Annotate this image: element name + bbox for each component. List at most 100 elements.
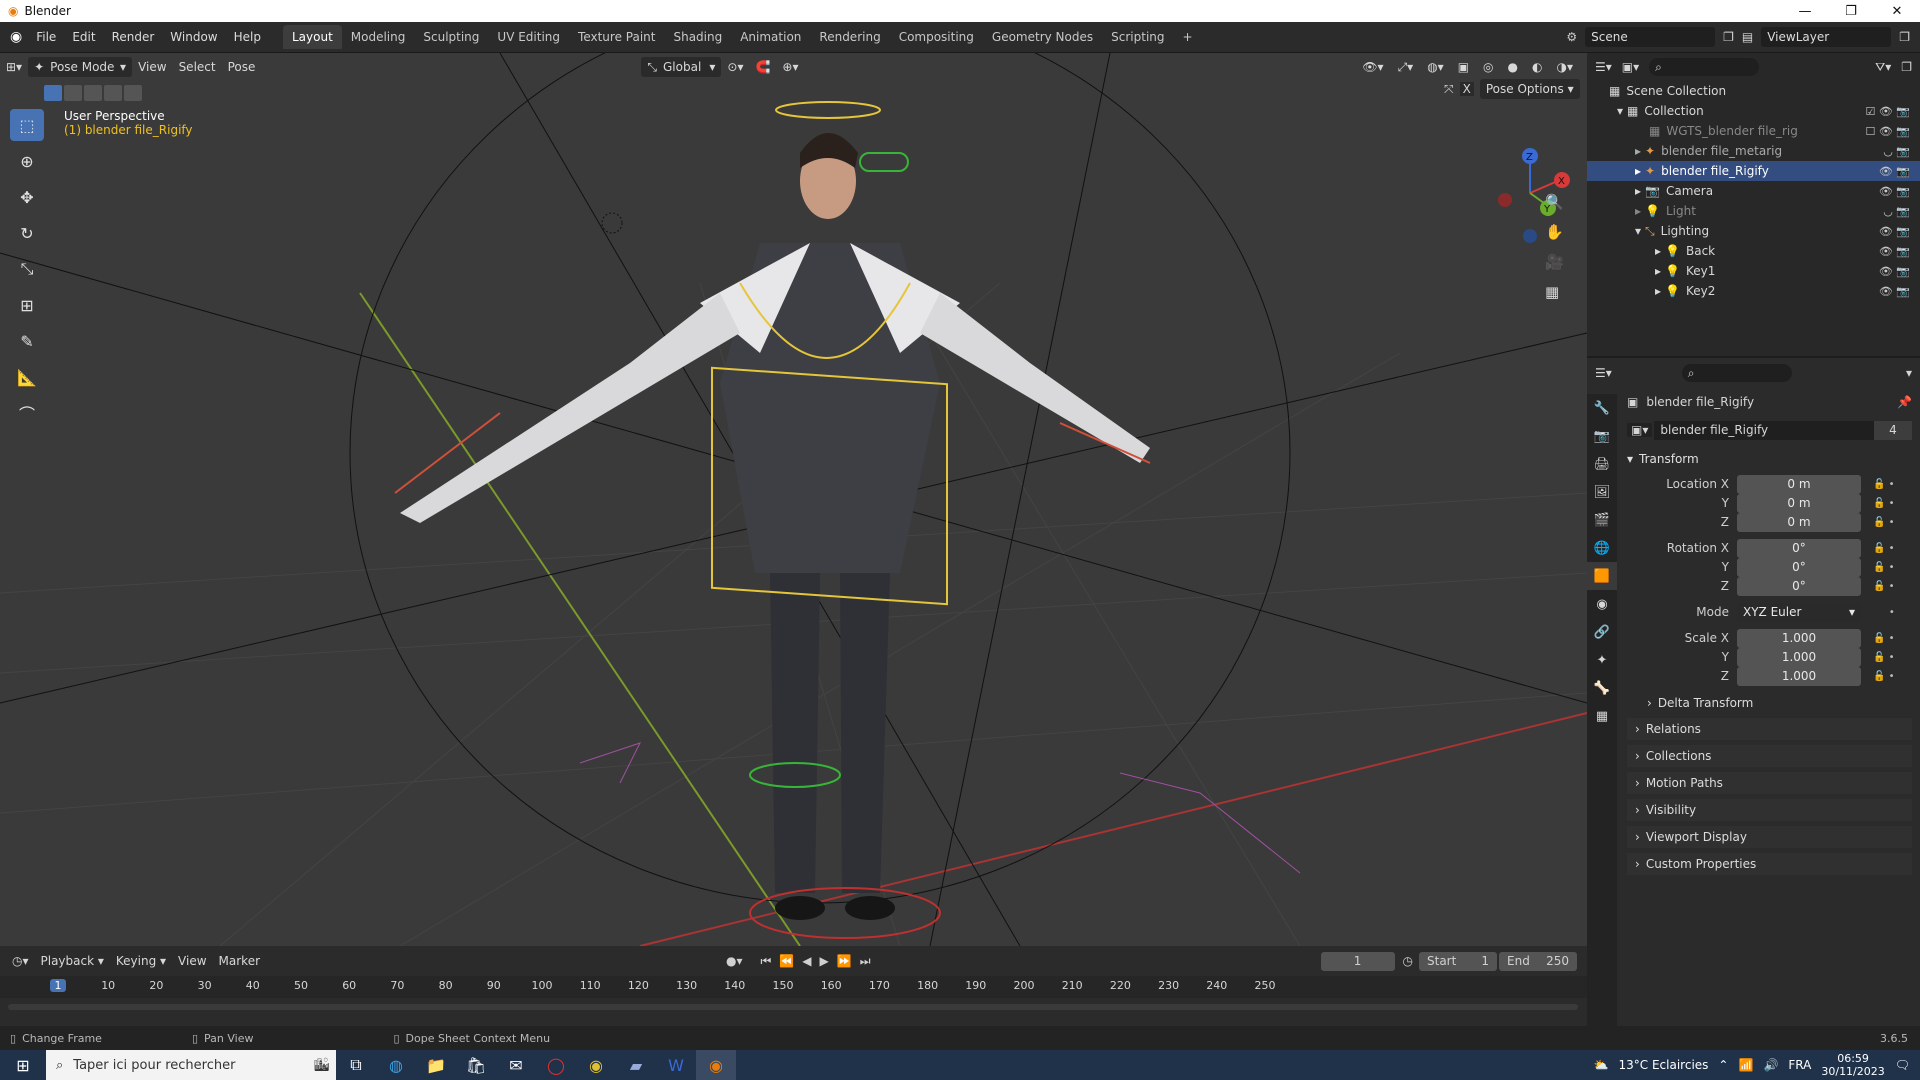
bone-tab-icon[interactable]: 🦴 xyxy=(1587,674,1617,702)
gizmo-icon[interactable]: ⤢▾ xyxy=(1392,57,1420,77)
properties-editor-icon[interactable]: ☰▾ xyxy=(1595,366,1612,380)
select-intersect-icon[interactable] xyxy=(124,85,142,101)
3d-viewport[interactable]: ⊞▾ ✦ Pose Mode ▾ View Select Pose ⤡ Globa… xyxy=(0,53,1587,946)
lock-icon[interactable]: 🔓 • xyxy=(1873,543,1895,554)
weather-icon[interactable]: ⛅ xyxy=(1594,1058,1609,1072)
collapse-icon[interactable]: ▾ xyxy=(1635,224,1641,238)
expand-icon[interactable]: ▸ xyxy=(1655,284,1661,298)
outliner-row[interactable]: ▸ ✦ blender file_Rigify 👁 📷 xyxy=(1587,161,1920,181)
outliner-row[interactable]: ▸ 💡 Light ◡ 📷 xyxy=(1587,201,1920,221)
overlay-icon[interactable]: ◍▾ xyxy=(1421,57,1450,77)
bone-tool-icon[interactable]: ⌒ xyxy=(10,397,44,429)
scale-y-field[interactable]: 1.000 xyxy=(1737,647,1861,667)
viewport-menu-view[interactable]: View xyxy=(132,57,172,77)
select-subtract-icon[interactable] xyxy=(84,85,102,101)
row-toggles[interactable]: 👁 📷 xyxy=(1879,245,1910,258)
tab-animation[interactable]: Animation xyxy=(731,25,810,49)
rotation-z-field[interactable]: 0° xyxy=(1737,576,1861,596)
tab-shading[interactable]: Shading xyxy=(664,25,731,49)
timeline-editor-icon[interactable]: ◷▾ xyxy=(6,951,35,971)
lock-icon[interactable]: 🔓 • xyxy=(1873,671,1895,682)
tray-up-icon[interactable]: ⌃ xyxy=(1718,1058,1728,1072)
object-tab-icon[interactable]: 🟧 xyxy=(1587,562,1617,590)
current-frame-field[interactable]: 1 xyxy=(1320,951,1395,971)
texture-tab-icon[interactable]: ▦ xyxy=(1587,702,1617,730)
filter-icon[interactable]: ⛛▾ xyxy=(1875,60,1891,75)
app-icon[interactable]: ▰ xyxy=(616,1050,656,1080)
tab-compositing[interactable]: Compositing xyxy=(890,25,983,49)
outliner-row[interactable]: ▾ ▦ Collection ☑ 👁 📷 xyxy=(1587,101,1920,121)
end-frame-field[interactable]: End 250 xyxy=(1499,951,1577,971)
scene-icon[interactable]: ⚙ xyxy=(1566,30,1577,44)
transform-tool-icon[interactable]: ⊞ xyxy=(10,289,44,321)
restore-icon[interactable]: ❐ xyxy=(1828,4,1874,19)
snap-icon[interactable]: 🧲 xyxy=(749,57,776,77)
tab-layout[interactable]: Layout xyxy=(282,25,342,49)
taskbar-search[interactable]: ⌕ Taper ici pour rechercher 🏙 xyxy=(46,1050,336,1080)
record-icon[interactable]: ●▾ xyxy=(726,954,743,968)
lock-icon[interactable]: 🔓 • xyxy=(1873,652,1895,663)
row-toggles[interactable]: 👁 📷 xyxy=(1879,185,1910,198)
physics-tab-icon[interactable]: ◉ xyxy=(1587,590,1617,618)
rotation-x-field[interactable]: 0° xyxy=(1737,538,1861,558)
scale-z-field[interactable]: 1.000 xyxy=(1737,666,1861,686)
task-view-icon[interactable]: ⧉ xyxy=(336,1050,376,1080)
rotation-y-field[interactable]: 0° xyxy=(1737,557,1861,577)
outliner-row[interactable]: ▦ Scene Collection xyxy=(1587,81,1920,101)
location-z-field[interactable]: 0 m xyxy=(1737,512,1861,532)
panel-visibility[interactable]: › Visibility xyxy=(1627,799,1912,821)
tab-texture-paint[interactable]: Texture Paint xyxy=(569,25,664,49)
marker-menu[interactable]: Marker xyxy=(213,951,266,971)
scale-tool-icon[interactable]: ⤡ xyxy=(10,253,44,285)
location-y-field[interactable]: 0 m xyxy=(1737,493,1861,513)
select-box-tool-icon[interactable]: ⬚ xyxy=(10,109,44,141)
menu-file[interactable]: File xyxy=(28,30,64,44)
windows-start-icon[interactable]: ⊞ xyxy=(0,1050,46,1080)
proportional-icon[interactable]: ⊕▾ xyxy=(776,57,804,77)
rotate-tool-icon[interactable]: ↻ xyxy=(10,217,44,249)
blender-menu-icon[interactable]: ◉ xyxy=(10,29,22,45)
menu-window[interactable]: Window xyxy=(162,30,225,44)
outliner-row[interactable]: ▸ 💡 Key2 👁 📷 xyxy=(1587,281,1920,301)
properties-options-icon[interactable]: ▾ xyxy=(1906,366,1912,380)
panel-motion-paths[interactable]: › Motion Paths xyxy=(1627,772,1912,794)
properties-search-icon[interactable]: ⌕ xyxy=(1681,364,1792,382)
outliner-row[interactable]: ▸ 📷 Camera 👁 📷 xyxy=(1587,181,1920,201)
lock-icon[interactable]: 🔓 • xyxy=(1873,498,1895,509)
row-toggles[interactable]: ◡ 📷 xyxy=(1883,145,1910,158)
tab-uv-editing[interactable]: UV Editing xyxy=(488,25,569,49)
mode-selector[interactable]: ✦ Pose Mode ▾ xyxy=(28,57,133,77)
panel-relations[interactable]: › Relations xyxy=(1627,718,1912,740)
new-viewlayer-icon[interactable]: ❐ xyxy=(1899,30,1910,44)
menu-edit[interactable]: Edit xyxy=(64,30,103,44)
prev-keyframe-icon[interactable]: ⏪ xyxy=(779,954,794,969)
panel-collections[interactable]: › Collections xyxy=(1627,745,1912,767)
word-icon[interactable]: W xyxy=(656,1050,696,1080)
render-tab-icon[interactable]: 📷 xyxy=(1587,422,1617,450)
viewlayer-icon[interactable]: ▤ xyxy=(1742,30,1753,44)
play-reverse-icon[interactable]: ◀ xyxy=(802,954,811,969)
expand-icon[interactable]: ▸ xyxy=(1635,204,1641,218)
outliner-row[interactable]: ▸ 💡 Key1 👁 📷 xyxy=(1587,261,1920,281)
row-toggles[interactable]: 👁 📷 xyxy=(1879,165,1910,178)
panel-custom-properties[interactable]: › Custom Properties xyxy=(1627,853,1912,875)
viewlayer-selector[interactable]: ViewLayer xyxy=(1761,27,1892,47)
cursor-tool-icon[interactable]: ⊕ xyxy=(10,145,44,177)
tab-geometry-nodes[interactable]: Geometry Nodes xyxy=(983,25,1102,49)
panel-delta-transform[interactable]: › Delta Transform xyxy=(1639,692,1912,714)
tab-scripting[interactable]: Scripting xyxy=(1102,25,1173,49)
snap-axes-icon[interactable]: ⤧ xyxy=(1444,82,1454,97)
browse-object-icon[interactable]: ▣▾ xyxy=(1627,423,1653,437)
users-count[interactable]: 4 xyxy=(1874,420,1912,440)
output-tab-icon[interactable]: 🖨 xyxy=(1587,450,1617,478)
row-toggles[interactable]: ☑ 👁 📷 xyxy=(1865,105,1910,118)
edge-icon[interactable]: ◍ xyxy=(376,1050,416,1080)
tab-sculpting[interactable]: Sculpting xyxy=(414,25,488,49)
tab-modeling[interactable]: Modeling xyxy=(342,25,415,49)
menu-render[interactable]: Render xyxy=(104,30,163,44)
pin-icon[interactable]: 📌 xyxy=(1897,395,1912,409)
armature-data-tab-icon[interactable]: ✦ xyxy=(1587,646,1617,674)
row-toggles[interactable]: 👁 📷 xyxy=(1879,225,1910,238)
outliner-row[interactable]: ▦ WGTS_blender file_rig ☐ 👁 📷 xyxy=(1587,121,1920,141)
transform-panel-header[interactable]: ▾ Transform xyxy=(1627,448,1912,470)
